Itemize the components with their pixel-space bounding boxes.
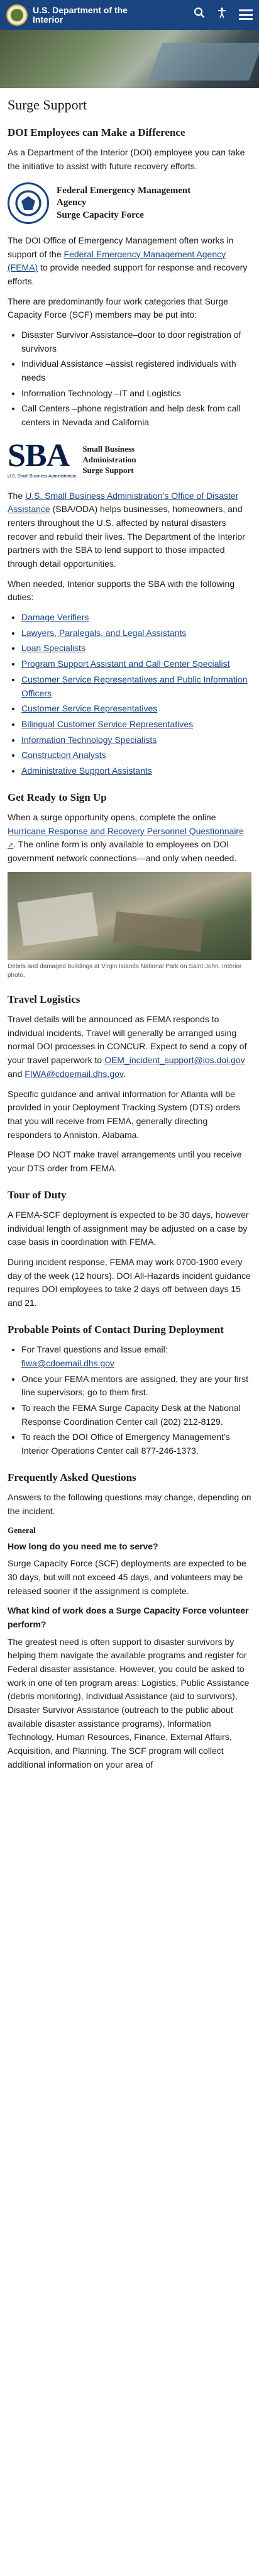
page-title: Surge Support	[8, 97, 87, 113]
sba-logo: SBA U.S. Small Business Administration	[8, 437, 77, 481]
menu-icon[interactable]	[239, 9, 253, 21]
doi-seal-logo[interactable]	[6, 4, 28, 26]
travel-paragraph-1: Travel details will be announced as FEMA…	[8, 1013, 251, 1081]
faq-answer-1: Surge Capacity Force (SCF) deployments a…	[8, 1558, 246, 1596]
questionnaire-link-text: Hurricane Response and Recovery Personne…	[8, 825, 244, 836]
travel-text-mid: and	[8, 1068, 25, 1079]
sba-text-line-3: Surge Support	[82, 465, 134, 475]
list-item: Program Support Assistant and Call Cente…	[21, 657, 251, 671]
faq-question-1: How long do you need me to serve?	[8, 1540, 251, 1554]
sba-para-text: The	[8, 490, 26, 501]
fiwa-contact-link[interactable]: fiwa@cdoemail.dhs.gov	[21, 1358, 114, 1368]
debris-photo	[8, 871, 251, 960]
travel-paragraph-2: Specific guidance and arrival informatio…	[8, 1088, 241, 1140]
signup-text-end: . The online form is only available to e…	[8, 839, 237, 864]
list-item: Construction Analysts	[21, 749, 251, 762]
list-item: Disaster Survivor Assistance–door to doo…	[21, 328, 251, 355]
faq-general-heading: General	[8, 1525, 36, 1536]
categories-list: Disaster Survivor Assistance–door to doo…	[21, 328, 251, 430]
travel-text-end: .	[123, 1068, 126, 1079]
fema-para-text-end: to provide needed support for response a…	[8, 262, 248, 286]
fema-paragraph: The DOI Office of Emergency Management o…	[8, 234, 251, 289]
section-heading-employees: DOI Employees can Make a Difference	[8, 126, 185, 139]
sba-text-line-2: Administration	[82, 454, 136, 464]
travel-paragraph-3: Please DO NOT make travel arrangements u…	[8, 1149, 242, 1173]
list-item: Customer Service Representatives	[21, 702, 251, 716]
fema-logo-text: Federal Emergency Management Agency Surg…	[57, 185, 190, 222]
signup-text: When a surge opportunity opens, complete…	[8, 812, 216, 822]
section-heading-contacts: Probable Points of Contact During Deploy…	[8, 1323, 224, 1335]
list-item: Bilingual Customer Service Representativ…	[21, 718, 251, 732]
fema-logo-line-2: Agency	[57, 198, 87, 208]
faq-question-text: How long do you need me to serve?	[8, 1541, 158, 1551]
list-item: Individual Assistance –assist registered…	[21, 357, 251, 384]
list-item: Customer Service Representatives and Pub…	[21, 673, 251, 700]
top-navigation-bar: U.S. Department of the Interior	[0, 0, 259, 30]
main-content: Surge Support DOI Employees can Make a D…	[0, 94, 259, 1786]
list-item: Loan Specialists	[21, 642, 251, 655]
search-icon[interactable]	[194, 6, 205, 24]
sba-text-line-1: Small Business	[82, 443, 135, 454]
role-link[interactable]: Administrative Support Assistants	[21, 766, 152, 776]
list-item: Information Technology Specialists	[21, 733, 251, 747]
site-brand[interactable]: U.S. Department of the Interior	[33, 4, 194, 25]
sba-logo-text: Small Business Administration Surge Supp…	[82, 444, 136, 476]
list-item: Call Centers –phone registration and hel…	[21, 402, 251, 429]
sba-logo-row: SBA U.S. Small Business Administration S…	[8, 437, 251, 481]
list-item: Administrative Support Assistants	[21, 764, 251, 778]
contacts-list: For Travel questions and Issue email: fi…	[21, 1343, 251, 1458]
faq-question-2: What kind of work does a Surge Capacity …	[8, 1604, 251, 1631]
fema-logo-line-1: Federal Emergency Management	[57, 185, 191, 196]
categories-intro: There are predominantly four work catego…	[8, 296, 228, 320]
sba-roles-list: Damage Verifiers Lawyers, Paralegals, an…	[21, 611, 251, 778]
photo-caption: Debris and damaged buildings at Virgin I…	[8, 962, 242, 979]
fema-logo-row: Federal Emergency Management Agency Surg…	[8, 182, 251, 224]
role-link[interactable]: Customer Service Representatives and Pub…	[21, 674, 248, 698]
list-item: To reach the DOI Office of Emergency Man…	[21, 1430, 251, 1458]
fiwa-email-link[interactable]: FIWA@cdoemail.dhs.gov	[25, 1069, 123, 1079]
list-item: Once your FEMA mentors are assigned, the…	[21, 1373, 251, 1400]
sba-mark: SBA	[8, 437, 70, 474]
signup-paragraph: When a surge opportunity opens, complete…	[8, 811, 251, 866]
role-link[interactable]: Construction Analysts	[21, 750, 106, 760]
role-link[interactable]: Loan Specialists	[21, 643, 85, 653]
hero-image	[0, 30, 259, 88]
contact-text: For Travel questions and Issue email:	[21, 1344, 168, 1355]
sba-roles-intro: When needed, Interior supports the SBA w…	[8, 578, 235, 603]
role-link[interactable]: Damage Verifiers	[21, 612, 89, 622]
role-link[interactable]: Information Technology Specialists	[21, 735, 157, 745]
list-item: Information Technology –IT and Logistics	[21, 387, 251, 401]
duty-paragraph-2: During incident response, FEMA may work …	[8, 1257, 251, 1308]
brand-line-1: U.S. Department of the	[33, 4, 128, 15]
fema-logo-line-3: Surge Capacity Force	[57, 209, 144, 220]
list-item: For Travel questions and Issue email: fi…	[21, 1343, 251, 1370]
role-link[interactable]: Lawyers, Paralegals, and Legal Assistant…	[21, 628, 186, 638]
section-heading-faq: Frequently Asked Questions	[8, 1471, 136, 1483]
section-heading-duty: Tour of Duty	[8, 1188, 67, 1201]
role-link[interactable]: Bilingual Customer Service Representativ…	[21, 719, 193, 729]
role-link[interactable]: Program Support Assistant and Call Cente…	[21, 659, 230, 669]
section-intro: As a Department of the Interior (DOI) em…	[8, 147, 245, 172]
section-heading-travel: Travel Logistics	[8, 993, 80, 1005]
duty-paragraph-1: A FEMA-SCF deployment is expected to be …	[8, 1210, 249, 1247]
list-item: To reach the FEMA Surge Capacity Desk at…	[21, 1402, 251, 1429]
brand-line-2: Interior	[33, 14, 63, 25]
sba-paragraph: The U.S. Small Business Administration's…	[8, 489, 251, 571]
faq-answer-2: The greatest need is often support to di…	[8, 1636, 250, 1770]
section-heading-signup: Get Ready to Sign Up	[8, 791, 107, 803]
accessibility-icon[interactable]	[216, 6, 228, 24]
dhs-seal-icon	[8, 182, 49, 224]
external-link-icon: ↗	[8, 842, 14, 850]
oem-email-link[interactable]: OEM_incident_support@ios.doi.gov	[104, 1055, 245, 1065]
role-link[interactable]: Customer Service Representatives	[21, 703, 157, 713]
faq-question-text: What kind of work does a Surge Capacity …	[8, 1605, 249, 1629]
list-item: Lawyers, Paralegals, and Legal Assistant…	[21, 627, 251, 640]
faq-intro: Answers to the following questions may c…	[8, 1492, 251, 1516]
list-item: Damage Verifiers	[21, 611, 251, 625]
sba-subtitle: U.S. Small Business Administration	[8, 474, 77, 479]
